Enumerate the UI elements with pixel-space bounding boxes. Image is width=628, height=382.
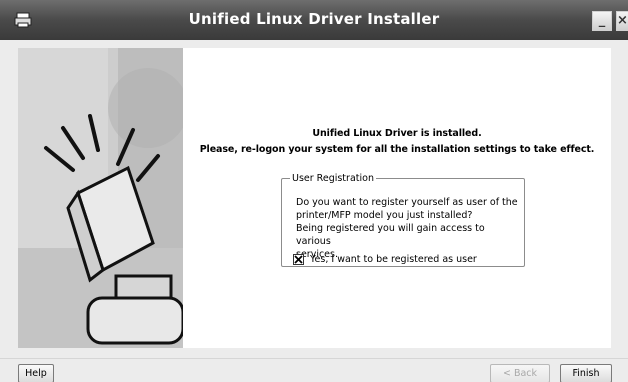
register-checkbox-row[interactable]: Yes, I want to be registered as user bbox=[293, 252, 477, 266]
relogon-instruction: Please, re-logon your system for all the… bbox=[199, 144, 595, 155]
register-checkbox[interactable] bbox=[293, 253, 304, 265]
dialog-body: Unified Linux Driver is installed. Pleas… bbox=[0, 40, 628, 358]
content-area: Unified Linux Driver is installed. Pleas… bbox=[183, 48, 611, 348]
registration-text-line: printer/MFP model you just installed? bbox=[296, 210, 473, 221]
installer-window: Unified Linux Driver Installer _ × Unifi… bbox=[0, 0, 628, 382]
window-title: Unified Linux Driver Installer bbox=[188, 10, 440, 28]
title-bar[interactable]: Unified Linux Driver Installer _ × bbox=[0, 0, 628, 40]
finish-button[interactable]: Finish bbox=[560, 364, 612, 382]
back-button[interactable]: < Back bbox=[490, 364, 550, 382]
installer-illustration bbox=[18, 48, 183, 348]
close-button[interactable]: × bbox=[616, 11, 628, 31]
button-bar: Help < Back Finish bbox=[0, 358, 628, 382]
help-button[interactable]: Help bbox=[18, 364, 54, 382]
checkmark-icon bbox=[294, 254, 303, 264]
user-registration-group: User Registration Do you want to registe… bbox=[281, 173, 525, 267]
user-registration-legend: User Registration bbox=[292, 173, 374, 184]
registration-text-line: Do you want to register yourself as user… bbox=[296, 197, 518, 208]
install-complete-heading: Unified Linux Driver is installed. bbox=[312, 128, 482, 139]
minimize-button[interactable]: _ bbox=[592, 11, 612, 31]
register-checkbox-label[interactable]: Yes, I want to be registered as user bbox=[310, 254, 477, 265]
registration-text-line: Being registered you will gain access to… bbox=[296, 223, 485, 247]
